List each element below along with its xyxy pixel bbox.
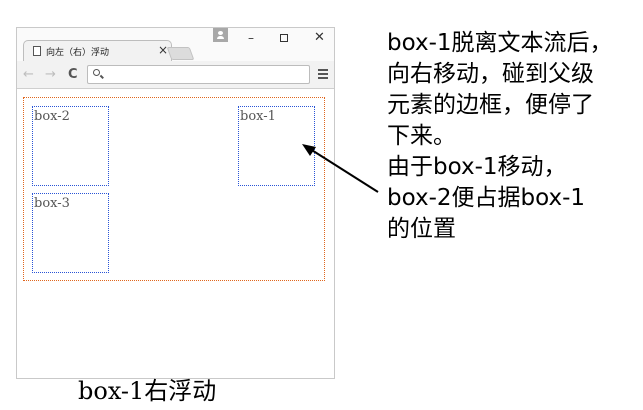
annotation-arrow <box>302 144 379 193</box>
